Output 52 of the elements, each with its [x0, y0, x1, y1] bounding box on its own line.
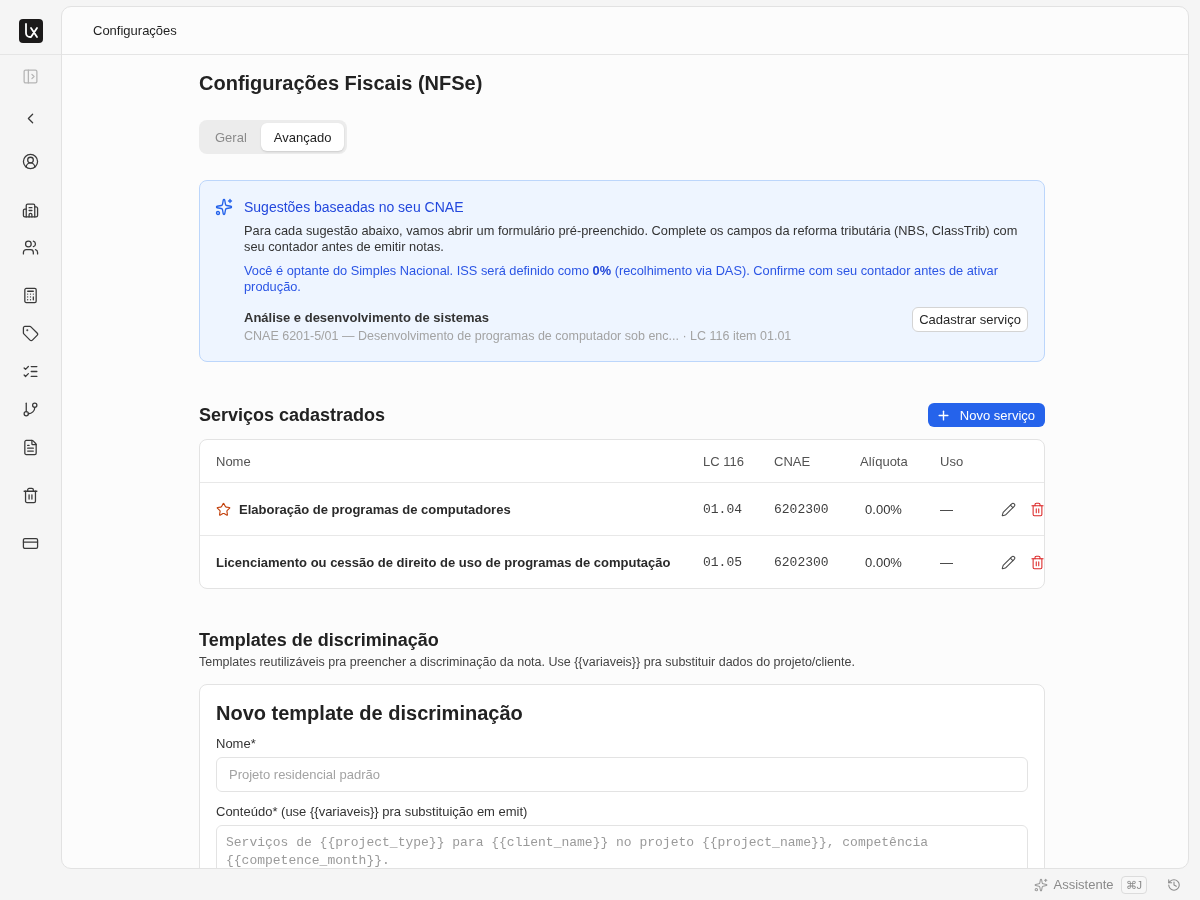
sparkles-icon	[1033, 877, 1048, 892]
table-cell-text: 6202300	[774, 501, 830, 517]
pencil-icon[interactable]	[1001, 554, 1016, 570]
column-header: Alíquota	[860, 453, 907, 469]
form-title: Novo template de discriminação	[216, 701, 524, 726]
table-cell-text: —	[939, 554, 954, 570]
suggestion-detail: CNAE 6201-5/01 — Desenvolvimento de programas de computador sob enc... · LC 116 item 01.01	[244, 328, 792, 345]
name-input[interactable]: Projeto residencial padrão	[216, 757, 1028, 792]
field-label: Conteúdo* (use {{variaveis}} pra substituição em emit)	[216, 804, 529, 820]
new-service-button[interactable]: Novo serviço	[927, 403, 1045, 427]
users-icon[interactable]	[22, 238, 39, 256]
table-cell-text: 0.00%	[864, 501, 903, 517]
branch-icon[interactable]	[22, 400, 39, 418]
tab[interactable]: Avançado	[260, 123, 345, 151]
building-icon[interactable]	[22, 201, 39, 219]
history-icon[interactable]	[1167, 877, 1181, 892]
section-title: Templates de discriminação	[199, 629, 440, 651]
keyboard-shortcut: ⌘J	[1120, 875, 1147, 894]
table-cell-text: 0.00%	[864, 554, 903, 570]
service-name: Licenciamento ou cessão de direito de uso de programas de computação	[216, 554, 671, 570]
tag-icon[interactable]	[22, 324, 39, 342]
column-header: CNAE	[774, 453, 812, 469]
register-service-button[interactable]: Cadastrar serviço	[912, 307, 1028, 332]
table-cell-text: 01.04	[703, 501, 743, 517]
document-icon[interactable]	[22, 438, 39, 456]
assistant-button[interactable]: Assistente	[1033, 877, 1114, 892]
column-header: Nome	[216, 453, 252, 469]
section-description: Templates reutilizáveis pra preencher a discriminação da nota. Use {{variaveis}} pra substituir dados do projeto/cliente.	[199, 654, 856, 671]
sparkles-icon	[215, 198, 233, 216]
user-circle-icon[interactable]	[22, 152, 39, 170]
service-name: Elaboração de programas de computadores	[239, 501, 511, 517]
column-header: LC 116	[703, 453, 745, 469]
page-title: Configurações Fiscais (NFSe)	[199, 71, 484, 96]
plus-icon	[935, 407, 951, 423]
section-title: Serviços cadastrados	[199, 404, 386, 427]
panel-toggle-icon[interactable]	[22, 67, 39, 85]
table-cell-text: —	[939, 501, 954, 517]
tab[interactable]: Geral	[202, 123, 260, 151]
logo	[18, 19, 43, 43]
field-label: Nome*	[216, 736, 257, 752]
trash-icon[interactable]	[22, 486, 39, 504]
simples-notice: Você é optante do Simples Nacional. ISS será definido como 0% (recolhimento via DAS). Confirme com seu contador antes de ativar produção.	[244, 263, 999, 295]
column-header: Uso	[939, 453, 965, 469]
suggestion-name: Análise e desenvolvimento de sistemas	[244, 309, 490, 326]
content-textarea[interactable]: Serviços de {{project_type}} para {{client_name}} no projeto {{project_name}}, competência {{competence_month}}.	[216, 825, 1028, 868]
suggestion-text: Para cada sugestão abaixo, vamos abrir um formulário pré-preenchido. Complete os campos da reforma tributária (NBS, ClassTrib) com seu contador antes de emitir notas.	[244, 223, 1019, 255]
pencil-icon[interactable]	[1001, 501, 1016, 517]
calculator-icon[interactable]	[22, 286, 39, 304]
table-cell-text: 01.05	[703, 554, 743, 570]
breadcrumb: Configurações	[93, 23, 177, 38]
table-cell-text: 6202300	[774, 554, 830, 570]
suggestion-title: Sugestões baseadas no seu CNAE	[244, 198, 465, 216]
